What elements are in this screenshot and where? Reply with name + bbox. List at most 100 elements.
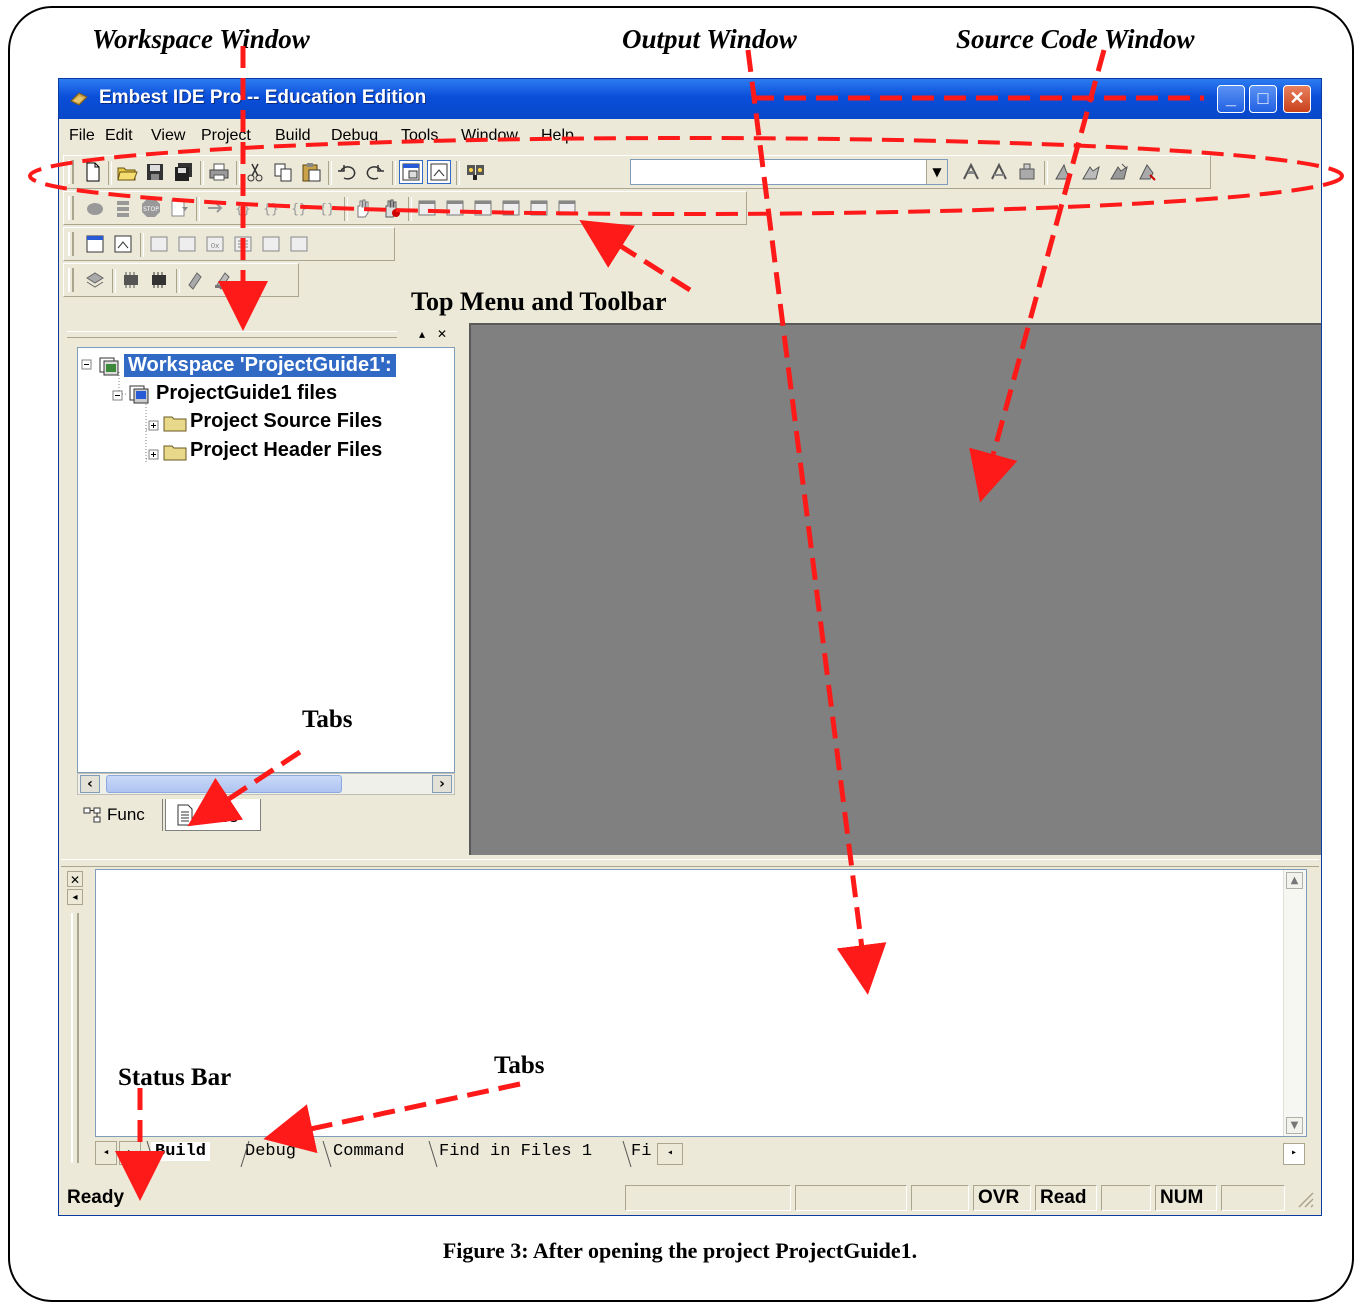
status-panel-8 <box>1221 1185 1285 1211</box>
output-toggle-icon[interactable] <box>427 160 451 184</box>
toolbar-grip[interactable] <box>68 160 74 184</box>
output-view-icon[interactable] <box>112 233 134 255</box>
title-bar[interactable]: Embest IDE Pro -- Education Edition _ □ … <box>59 79 1321 119</box>
expand-source-icon[interactable] <box>148 420 160 432</box>
copy-icon[interactable] <box>272 161 294 183</box>
memory-view-icon[interactable] <box>232 233 254 255</box>
scroll-right-icon[interactable]: › <box>432 775 452 793</box>
watch-window-icon[interactable] <box>416 197 438 219</box>
tree-node-header-files[interactable]: Project Header Files <box>190 439 382 462</box>
save-all-icon[interactable] <box>172 161 194 183</box>
svg-text:{}: {} <box>319 202 335 217</box>
paste-icon[interactable] <box>300 161 322 183</box>
registers-view-icon[interactable]: 0x <box>204 233 226 255</box>
step-icon[interactable] <box>112 197 134 219</box>
status-read: Read <box>1035 1185 1097 1211</box>
tree-node-workspace[interactable]: Workspace 'ProjectGuide1': <box>124 354 396 377</box>
cut-icon[interactable] <box>244 161 266 183</box>
find-combo-box[interactable]: ▼ <box>630 159 948 185</box>
menu-view[interactable]: View <box>151 127 185 145</box>
svg-text:STOP: STOP <box>143 206 159 213</box>
redo-icon[interactable] <box>364 161 386 183</box>
output-text-area[interactable]: ▲ ▼ <box>95 869 1307 1137</box>
close-output-icon[interactable]: ✕ <box>67 871 83 887</box>
scroll-down-icon[interactable]: ▼ <box>1286 1117 1303 1134</box>
expand-header-icon[interactable] <box>148 449 160 461</box>
disassembly-window-icon[interactable] <box>556 197 578 219</box>
new-file-icon[interactable] <box>82 161 104 183</box>
compile-icon[interactable] <box>960 161 982 183</box>
source-code-area[interactable] <box>469 323 1321 855</box>
chevron-down-icon[interactable]: ▼ <box>926 160 947 184</box>
menu-edit[interactable]: Edit <box>105 127 133 145</box>
tab-files[interactable]: Files <box>165 799 261 831</box>
scroll-up-icon[interactable]: ▲ <box>1286 872 1303 889</box>
minimize-button[interactable]: _ <box>1217 85 1245 113</box>
close-button[interactable]: ✕ <box>1283 85 1311 113</box>
registers-window-icon[interactable] <box>472 197 494 219</box>
debug-start-icon[interactable] <box>1080 161 1102 183</box>
step-over-icon[interactable]: {} <box>232 197 254 219</box>
tree-node-project[interactable]: ProjectGuide1 files <box>156 382 337 405</box>
breakpoint-hand-icon[interactable] <box>380 197 402 219</box>
menu-help[interactable]: Help <box>541 127 574 145</box>
rebuild-icon[interactable] <box>1016 161 1038 183</box>
flash-icon[interactable] <box>184 269 206 291</box>
chip-config-icon[interactable] <box>148 269 170 291</box>
watch-view-icon[interactable] <box>148 233 170 255</box>
run-to-cursor-icon[interactable]: {} <box>288 197 310 219</box>
layers-icon[interactable] <box>84 269 106 291</box>
scroll-left-icon[interactable]: ‹ <box>80 775 100 793</box>
hand-icon[interactable] <box>352 197 374 219</box>
disconnect-icon[interactable] <box>1136 161 1158 183</box>
step-into-icon[interactable] <box>204 197 226 219</box>
maximize-button[interactable]: □ <box>1249 85 1277 113</box>
menu-file[interactable]: File <box>69 127 95 145</box>
tree-node-source-files[interactable]: Project Source Files <box>190 410 382 433</box>
print-icon[interactable] <box>208 161 230 183</box>
workspace-hscrollbar[interactable]: ‹ › <box>77 773 455 795</box>
restore-pane-icon[interactable]: ▴ <box>413 325 431 343</box>
workspace-toggle-icon[interactable] <box>399 160 423 184</box>
flash-erase-icon[interactable] <box>212 269 234 291</box>
find-icon[interactable] <box>464 161 486 183</box>
download-icon[interactable] <box>1052 161 1074 183</box>
variables-window-icon[interactable] <box>444 197 466 219</box>
collapse-project-icon[interactable] <box>112 390 124 402</box>
run-to-return-icon[interactable]: {} <box>316 197 338 219</box>
status-panel-2 <box>795 1185 907 1211</box>
scroll-thumb[interactable] <box>106 775 342 793</box>
dock-output-icon[interactable]: ◂ <box>67 889 83 905</box>
toolbar-grip[interactable] <box>68 268 74 292</box>
menu-window[interactable]: Window <box>461 127 518 145</box>
call-stack-view-icon[interactable] <box>260 233 282 255</box>
workspace-view-icon[interactable] <box>84 233 106 255</box>
reset-icon[interactable] <box>168 197 190 219</box>
resize-grip-icon[interactable] <box>1295 1189 1315 1209</box>
status-ready: Ready <box>67 1187 125 1208</box>
memory-window-icon[interactable] <box>500 197 522 219</box>
tab-func[interactable]: Func <box>77 799 163 831</box>
undo-icon[interactable] <box>336 161 358 183</box>
run-icon[interactable] <box>84 197 106 219</box>
variables-view-icon[interactable] <box>176 233 198 255</box>
output-vscrollbar[interactable]: ▲ ▼ <box>1283 870 1306 1136</box>
menu-debug[interactable]: Debug <box>331 127 378 145</box>
menu-build[interactable]: Build <box>275 127 311 145</box>
toolbar-grip[interactable] <box>68 232 74 256</box>
disassembly-view-icon[interactable] <box>288 233 310 255</box>
hscroll-right-icon[interactable]: ▸ <box>1283 1143 1305 1165</box>
save-icon[interactable] <box>144 161 166 183</box>
call-stack-window-icon[interactable] <box>528 197 550 219</box>
menu-tools[interactable]: Tools <box>401 127 438 145</box>
toolbar-grip[interactable] <box>68 196 74 220</box>
build-icon[interactable] <box>988 161 1010 183</box>
step-out-icon[interactable]: {} <box>260 197 282 219</box>
hscroll-left-icon[interactable]: ◂ <box>657 1143 683 1165</box>
open-folder-icon[interactable] <box>116 161 138 183</box>
close-pane-icon[interactable]: ✕ <box>433 325 451 343</box>
stop-icon[interactable]: STOP <box>140 197 162 219</box>
debug-stop-icon[interactable] <box>1108 161 1130 183</box>
chip-icon[interactable] <box>120 269 142 291</box>
menu-project[interactable]: Project <box>201 127 251 145</box>
